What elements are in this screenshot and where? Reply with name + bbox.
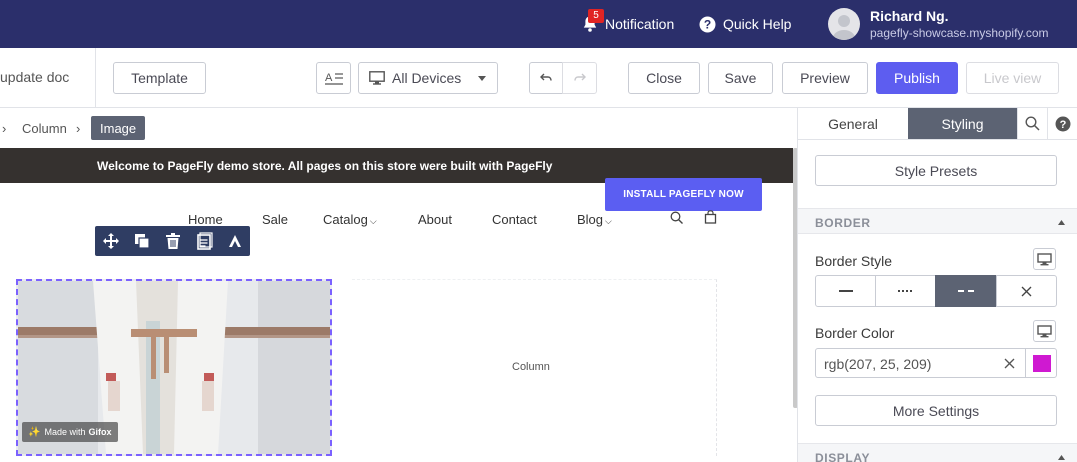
inspector-panel: General Styling ? Style Presets BORDER B…: [797, 108, 1077, 462]
nav-item-contact[interactable]: Contact: [492, 212, 537, 227]
gifox-watermark: ✨ Made with Gifox: [22, 422, 118, 442]
breadcrumb-item-image[interactable]: Image: [91, 116, 146, 140]
svg-text:?: ?: [1060, 119, 1067, 131]
style-presets-button[interactable]: Style Presets: [815, 155, 1057, 186]
save-template-icon[interactable]: [195, 232, 213, 250]
selected-image[interactable]: ✨ Made with Gifox: [16, 279, 332, 456]
quick-help-button[interactable]: ? Quick Help: [699, 0, 791, 48]
desktop-icon: [369, 71, 385, 85]
dotted-line-icon: [898, 290, 912, 292]
desktop-icon: [1037, 325, 1052, 338]
border-style-device-toggle[interactable]: [1033, 248, 1056, 270]
caret-up-icon: [1058, 220, 1065, 225]
tab-divider: [798, 139, 1077, 140]
editor-toolbar: update doc Template A All Devices Close …: [0, 48, 1077, 108]
top-bar: Notification 5 ? Quick Help Richard Ng. …: [0, 0, 1077, 48]
devices-label: All Devices: [392, 70, 462, 86]
border-color-value: rgb(207, 25, 209): [824, 356, 932, 372]
divider: [95, 48, 96, 108]
panel-help-button[interactable]: ?: [1047, 108, 1077, 139]
nav-item-home[interactable]: Home: [188, 212, 223, 227]
text-format-button[interactable]: A: [316, 62, 351, 94]
undo-icon: [540, 73, 552, 81]
more-settings-button[interactable]: More Settings: [815, 395, 1057, 426]
border-color-picker[interactable]: [1025, 348, 1057, 378]
breadcrumb-item-column[interactable]: Column: [22, 108, 67, 148]
notification-label: Notification: [605, 16, 675, 32]
search-icon[interactable]: [670, 211, 684, 225]
move-icon[interactable]: [102, 232, 120, 250]
border-style-label: Border Style: [815, 253, 893, 269]
trash-icon[interactable]: [164, 232, 182, 250]
caret-down-icon: [478, 76, 486, 81]
border-color-label: Border Color: [815, 325, 895, 341]
caret-up-icon: [1058, 455, 1065, 460]
watermark-text: Made with: [44, 427, 86, 437]
page-title[interactable]: update doc: [0, 69, 69, 85]
element-toolbar: [95, 226, 250, 256]
display-section-header[interactable]: DISPLAY: [798, 443, 1077, 462]
breadcrumb-separator: ›: [76, 120, 81, 136]
search-icon: [1025, 116, 1040, 131]
dashed-line-icon: [958, 290, 974, 292]
chevron-down-icon: ⌵: [369, 216, 377, 226]
redo-button[interactable]: [562, 62, 597, 94]
solid-line-icon: [838, 290, 853, 292]
nav-item-blog[interactable]: Blog ⌵: [577, 212, 612, 227]
preview-button[interactable]: Preview: [782, 62, 868, 94]
editor-canvas[interactable]: Welcome to PageFly demo store. All pages…: [0, 148, 793, 462]
notification-count-badge: 5: [588, 9, 604, 23]
user-name[interactable]: Richard Ng.: [870, 8, 949, 24]
nav-item-catalog[interactable]: Catalog ⌵: [323, 212, 377, 227]
tab-styling[interactable]: Styling: [908, 108, 1017, 139]
color-swatch: [1033, 355, 1051, 372]
redo-icon: [573, 73, 586, 81]
undo-button[interactable]: [529, 62, 563, 94]
template-button[interactable]: Template: [113, 62, 206, 94]
device-selector[interactable]: All Devices: [358, 62, 498, 94]
style-copy-icon[interactable]: [226, 232, 244, 250]
nav-item-about[interactable]: About: [418, 212, 452, 227]
column-placeholder-label: Column: [512, 361, 550, 373]
live-view-button[interactable]: Live view: [966, 62, 1059, 94]
clear-icon[interactable]: [1004, 358, 1015, 369]
border-style-dotted[interactable]: [875, 275, 936, 307]
panel-search-button[interactable]: [1017, 108, 1047, 139]
tab-general[interactable]: General: [798, 108, 908, 139]
text-format-icon: A: [324, 72, 343, 85]
nav-item-sale[interactable]: Sale: [262, 212, 288, 227]
close-button[interactable]: Close: [628, 62, 700, 94]
border-color-device-toggle[interactable]: [1033, 320, 1056, 342]
svg-text:?: ?: [704, 17, 711, 31]
chevron-down-icon: ⌵: [605, 216, 612, 226]
border-section-title: BORDER: [815, 216, 871, 230]
svg-text:A: A: [325, 72, 333, 84]
border-style-dashed[interactable]: [935, 275, 997, 307]
install-pagefly-button[interactable]: INSTALL PAGEFLY NOW: [605, 178, 762, 211]
border-section-header[interactable]: BORDER: [798, 208, 1077, 234]
nav-catalog-label: Catalog: [323, 212, 368, 227]
fox-icon: ✨: [28, 426, 41, 438]
help-circle-icon: ?: [1055, 116, 1071, 131]
breadcrumb-separator: ›: [2, 120, 7, 136]
cart-icon[interactable]: [704, 210, 717, 224]
nav-blog-label: Blog: [577, 212, 604, 227]
notification-button[interactable]: Notification: [582, 0, 674, 48]
border-style-none[interactable]: [996, 275, 1057, 307]
announcement-text: Welcome to PageFly demo store. All pages…: [97, 159, 553, 173]
close-icon: [1021, 286, 1032, 296]
help-circle-icon: ?: [699, 16, 716, 32]
border-style-solid[interactable]: [815, 275, 876, 307]
desktop-icon: [1037, 253, 1052, 266]
watermark-brand: Gifox: [88, 427, 112, 437]
user-store: pagefly-showcase.myshopify.com: [870, 26, 1049, 40]
publish-button[interactable]: Publish: [876, 62, 958, 94]
user-icon: [833, 15, 855, 40]
quick-help-label: Quick Help: [723, 16, 792, 32]
avatar[interactable]: [828, 8, 860, 40]
display-section-title: DISPLAY: [815, 451, 871, 462]
save-button[interactable]: Save: [708, 62, 773, 94]
border-color-input[interactable]: rgb(207, 25, 209): [815, 348, 1026, 378]
duplicate-icon[interactable]: [133, 232, 151, 250]
